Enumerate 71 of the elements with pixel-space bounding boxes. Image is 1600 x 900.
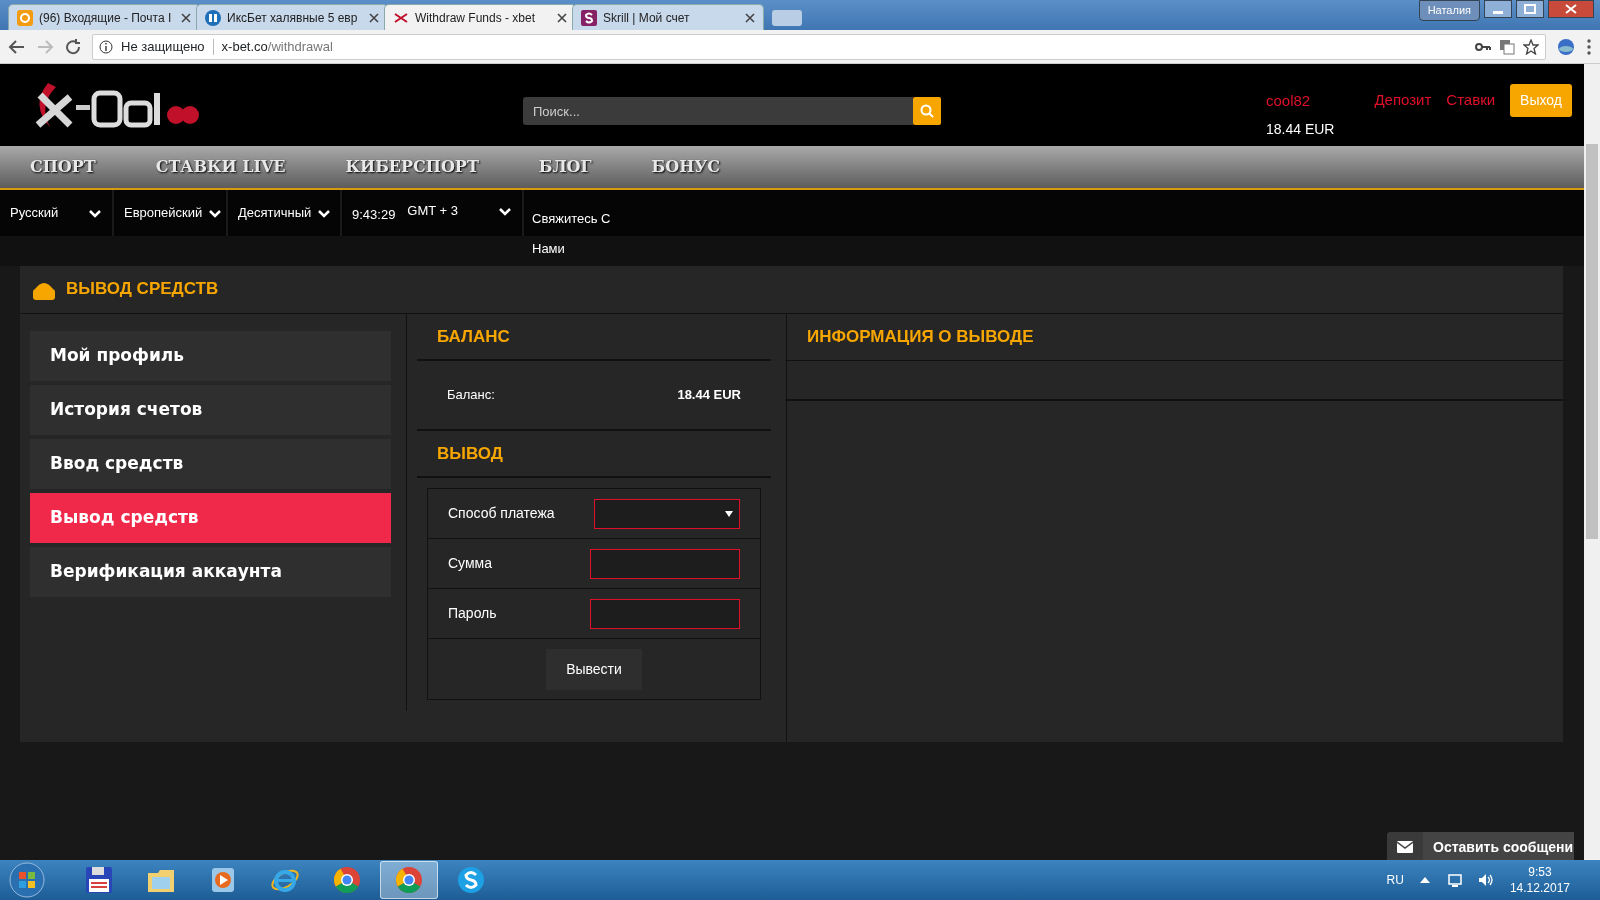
tab-title: Withdraw Funds - xbet (415, 9, 537, 27)
input-field[interactable] (590, 598, 740, 629)
speaker-icon[interactable] (1477, 872, 1494, 888)
chrome-logo-icon (394, 865, 424, 895)
chrome-logo-icon (332, 865, 362, 895)
sidebar-item[interactable]: Мой профиль (30, 331, 391, 381)
reload-icon[interactable] (64, 37, 82, 56)
info-icon (99, 39, 113, 54)
menu-icon[interactable] (1586, 38, 1592, 55)
mail-icon (1397, 841, 1413, 853)
language-indicator[interactable]: RU (1386, 871, 1404, 889)
tab-title: ИксБет халявные 5 евр (227, 9, 359, 27)
scrollbar[interactable] (1584, 64, 1600, 860)
s-logo-icon (456, 865, 486, 895)
tab-title: Skrill | Мой счет (603, 9, 691, 27)
page-title: ВЫВОД СРЕДСТВ (66, 279, 219, 300)
circle-logo-icon (205, 9, 221, 26)
browser-tab[interactable]: Skrill | Мой счет (572, 4, 764, 30)
section-heading: ВЫВОД (417, 431, 771, 478)
section-heading: ИНФОРМАЦИЯ О ВЫВОДЕ (787, 314, 1563, 361)
balance-value: 18.44 EUR (677, 386, 741, 405)
clock-text: 9:43:29 (352, 206, 396, 225)
balance-text: 18.44 EUR (1266, 119, 1335, 139)
sidebar-item[interactable]: Вывод средств (30, 493, 391, 543)
scrollbar-thumb[interactable] (1586, 144, 1598, 539)
system-clock[interactable]: 9:53 14.12.2017 (1509, 864, 1570, 896)
tab-title: (96) Входящие - Почта I (39, 9, 173, 27)
close-icon[interactable] (369, 12, 379, 23)
section-heading: БАЛАНС (417, 314, 771, 361)
s-logo-icon (581, 9, 597, 26)
network-icon[interactable] (1445, 872, 1462, 888)
chevron-down-icon (498, 205, 512, 217)
timezone-dropdown[interactable]: GMT + 3 (407, 201, 512, 221)
field-label: Способ платежа (448, 504, 556, 523)
back-icon[interactable] (8, 37, 26, 56)
header-link[interactable]: Депозит (1374, 89, 1432, 112)
close-icon[interactable] (181, 12, 191, 23)
chevron-down-icon (88, 207, 102, 219)
search-icon (920, 104, 934, 118)
minimize-icon[interactable] (1484, 0, 1512, 18)
username-link[interactable]: cool82 (1266, 90, 1335, 113)
chevron-down-icon (317, 207, 332, 219)
sidebar-item[interactable]: Верификация аккаунта (30, 547, 391, 597)
address-bar[interactable]: Не защищено x-bet.co/withdrawal (92, 33, 1546, 60)
sidebar-item[interactable]: История счетов (30, 385, 391, 435)
close-icon[interactable] (745, 12, 755, 23)
select-field[interactable] (593, 498, 740, 529)
dropdown-arrow-icon (725, 510, 733, 517)
field-label: Сумма (448, 554, 493, 573)
submit-button[interactable]: Вывести (546, 648, 642, 690)
contact-link[interactable]: Свяжитесь С Нами (532, 204, 627, 264)
extension-icon[interactable] (1556, 36, 1576, 57)
chevron-down-icon (208, 207, 223, 219)
sidebar-item[interactable]: Ввод средств (30, 439, 391, 489)
search-field[interactable]: Поиск... (523, 97, 913, 125)
star-icon[interactable] (1523, 38, 1539, 55)
translate-icon[interactable] (1499, 38, 1515, 55)
url-text: x-bet.co/withdrawal (221, 37, 333, 56)
field-label: Пароль (448, 604, 498, 623)
key-icon[interactable] (1475, 40, 1491, 53)
caret-up-icon[interactable] (1419, 877, 1430, 883)
header-link[interactable]: Ставки (1446, 89, 1496, 112)
mail-icon (17, 9, 33, 26)
windows-logo-icon (9, 862, 45, 898)
balance-label: Баланс: (447, 386, 495, 405)
input-field[interactable] (590, 548, 740, 579)
security-label: Не защищено (121, 37, 205, 56)
chat-widget[interactable]: Оставить сообщени (1387, 832, 1574, 862)
close-icon[interactable] (1548, 0, 1594, 18)
close-icon[interactable] (557, 12, 567, 23)
maximize-icon[interactable] (1516, 0, 1544, 18)
